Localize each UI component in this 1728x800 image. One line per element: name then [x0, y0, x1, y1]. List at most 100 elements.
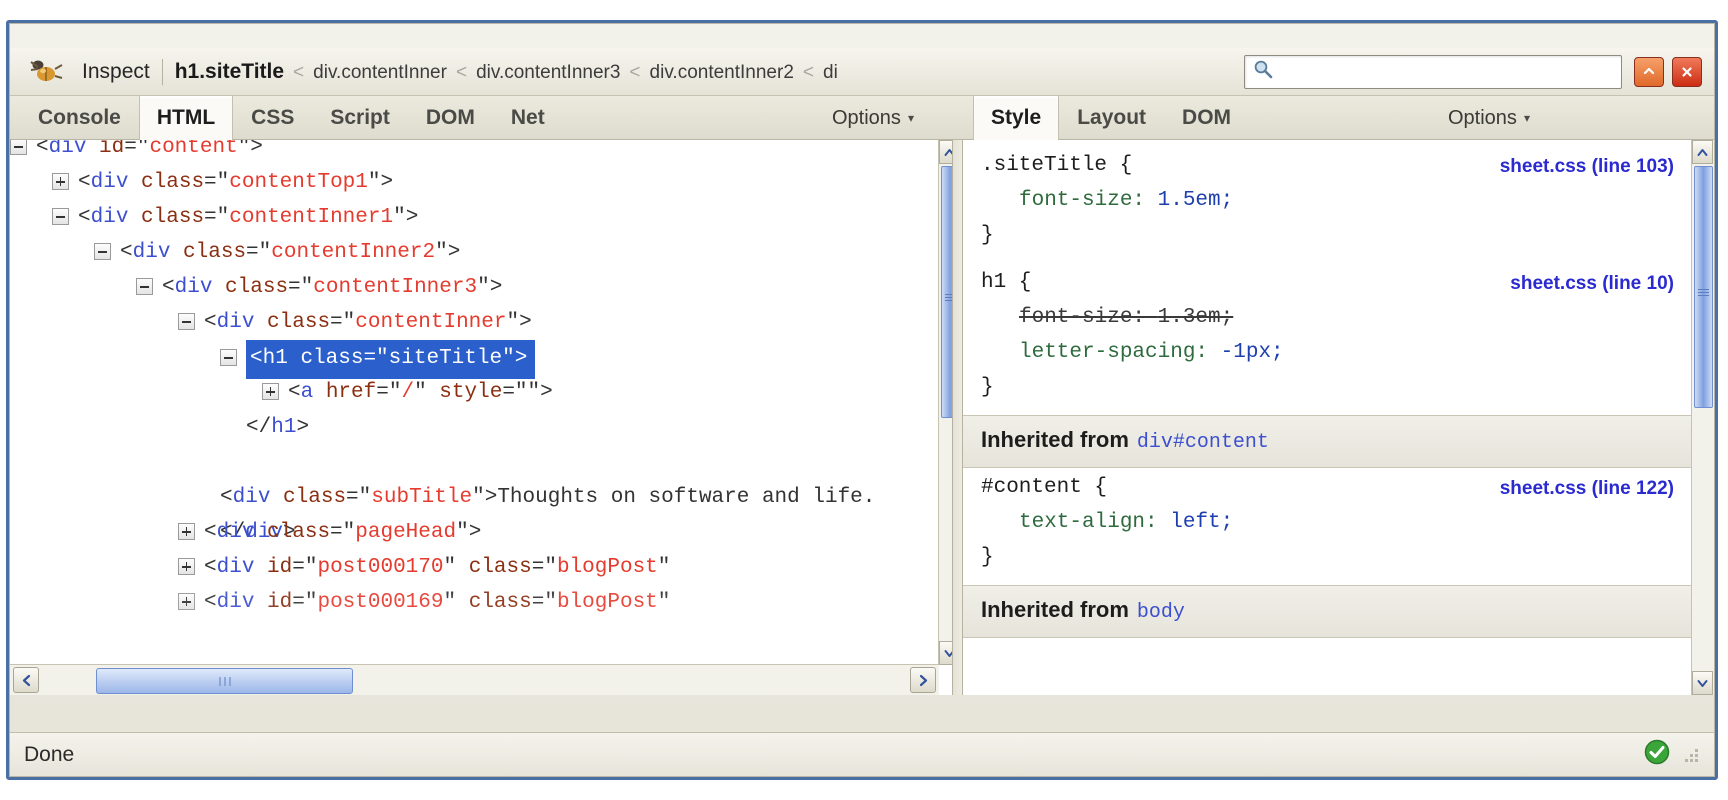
css-declaration-overridden[interactable]: font-size: 1.3em; — [981, 300, 1692, 335]
html-tree-node[interactable]: <div class="contentInner1"> — [10, 200, 939, 235]
breadcrumb-ancestor[interactable]: div.contentInner3 — [476, 62, 620, 84]
inherited-from-label: Inherited from — [981, 597, 1129, 622]
code-token-attr: class — [300, 347, 364, 370]
css-property-value[interactable]: 1.5em; — [1158, 189, 1234, 212]
expand-icon[interactable] — [178, 557, 195, 575]
minimize-button[interactable] — [1634, 56, 1664, 87]
css-declaration[interactable]: font-size: 1.5em; — [981, 183, 1692, 218]
scrollbar-thumb[interactable] — [1694, 166, 1713, 408]
search-input[interactable] — [1279, 61, 1621, 82]
hscrollbar-thumb[interactable] — [96, 668, 353, 694]
expand-icon[interactable] — [262, 382, 279, 400]
html-panel-horizontal-scrollbar[interactable] — [10, 664, 939, 695]
css-property-name[interactable]: text-align: — [1019, 511, 1170, 534]
twisty-spacer-icon — [220, 453, 237, 470]
tab-net[interactable]: Net — [493, 96, 563, 140]
breadcrumb-ancestor[interactable]: di — [823, 62, 838, 84]
code-token-punct: =" — [292, 556, 318, 579]
code-token-attr: class — [267, 311, 331, 334]
search-box[interactable] — [1244, 54, 1622, 89]
html-tree-node-label: <div id="content"> — [36, 140, 263, 165]
css-declaration[interactable]: text-align: left; — [981, 505, 1692, 540]
html-tree-node[interactable]: <div class="contentInner3"> — [10, 270, 939, 305]
code-token-punct: " — [414, 381, 440, 404]
code-token-punct — [170, 241, 183, 264]
tab-css[interactable]: CSS — [233, 96, 312, 140]
code-token-punct: " — [443, 591, 469, 614]
inherited-from-source[interactable]: body — [1137, 601, 1185, 624]
code-token-val: contentInner2 — [271, 241, 436, 264]
tab-html[interactable]: HTML — [138, 96, 234, 140]
code-token-punct: < — [36, 140, 49, 159]
close-button[interactable] — [1672, 56, 1702, 87]
css-source-link[interactable]: sheet.css (line 10) — [1510, 266, 1674, 301]
css-property-value[interactable]: -1px; — [1221, 341, 1284, 364]
expand-icon[interactable] — [52, 172, 69, 190]
html-tree-viewport[interactable]: <div id="content"> <div class="contentTop… — [10, 140, 939, 665]
scroll-down-icon[interactable] — [1692, 671, 1713, 695]
css-property-name[interactable]: font-size: — [1019, 189, 1158, 212]
html-tree-node[interactable]: <div class="subTitle">Thoughts on softwa… — [10, 445, 939, 544]
tab-style[interactable]: Style — [973, 96, 1060, 140]
css-rule-close-brace: } — [981, 376, 994, 399]
style-viewport[interactable]: sheet.css (line 103) .siteTitle {font-siz… — [963, 140, 1692, 695]
collapse-icon[interactable] — [52, 207, 69, 225]
tab-dom-style[interactable]: DOM — [1164, 96, 1249, 140]
style-panel-vertical-scrollbar[interactable] — [1691, 140, 1714, 695]
html-tree-node[interactable]: <div id="post000170" class="blogPost" — [10, 550, 939, 585]
breadcrumb-current[interactable]: h1.siteTitle — [175, 60, 284, 84]
html-tree-node[interactable]: <a href="/" style=""> — [10, 375, 939, 410]
css-rule[interactable]: sheet.css (line 10) h1 {font-size: 1.3em;… — [963, 263, 1692, 415]
breadcrumb-ancestor[interactable]: div.contentInner2 — [650, 62, 794, 84]
tab-console[interactable]: Console — [20, 96, 139, 140]
html-tree-node[interactable]: <div id="post000169" class="blogPost" — [10, 585, 939, 620]
html-tree-node-label: <div class="contentInner3"> — [162, 270, 502, 305]
scroll-left-icon[interactable] — [13, 667, 39, 693]
expand-icon[interactable] — [178, 522, 195, 540]
left-panel-options-menu[interactable]: Options ▾ — [832, 96, 914, 140]
right-panel-options-menu[interactable]: Options ▾ — [1448, 96, 1530, 140]
css-property-name[interactable]: letter-spacing: — [1019, 341, 1221, 364]
tab-script[interactable]: Script — [312, 96, 408, 140]
resize-grip-icon[interactable] — [1682, 746, 1700, 764]
html-tree-node[interactable]: <div id="content"> — [10, 140, 939, 165]
css-source-link[interactable]: sheet.css (line 122) — [1500, 471, 1674, 506]
breadcrumb-ancestor[interactable]: div.contentInner — [313, 62, 447, 84]
options-label: Options — [832, 106, 901, 129]
green-check-icon[interactable] — [1644, 739, 1670, 770]
css-declaration[interactable]: letter-spacing: -1px; — [981, 335, 1692, 370]
code-token-val: contentInner — [355, 311, 507, 334]
css-property-value[interactable]: 1.3em; — [1158, 306, 1234, 329]
html-tree-node-selected[interactable]: <h1 class="siteTitle"> — [10, 340, 939, 379]
html-tree-node[interactable]: <div class="contentInner2"> — [10, 235, 939, 270]
code-token-punct: "> — [477, 276, 503, 299]
code-token-punct: =" — [288, 276, 314, 299]
css-source-link[interactable]: sheet.css (line 103) — [1500, 149, 1674, 184]
html-tree-node[interactable]: <div class="contentTop1"> — [10, 165, 939, 200]
html-tree-node-label: <div id="post000170" class="blogPost" — [204, 550, 670, 585]
collapse-icon[interactable] — [178, 312, 195, 330]
css-property-name[interactable]: font-size: — [1019, 306, 1158, 329]
inspect-button[interactable]: Inspect — [80, 60, 160, 84]
css-property-value[interactable]: left; — [1170, 511, 1233, 534]
code-token-tag: div — [232, 486, 271, 509]
html-tree-node[interactable]: <div class="pageHead"> — [10, 515, 939, 550]
tab-dom[interactable]: DOM — [408, 96, 493, 140]
css-rule[interactable]: sheet.css (line 122) #content {text-align… — [963, 468, 1692, 585]
collapse-icon[interactable] — [94, 242, 111, 260]
collapse-icon[interactable] — [10, 140, 27, 155]
status-bar: Done — [10, 732, 1714, 776]
scroll-right-icon[interactable] — [910, 667, 936, 693]
scroll-up-icon[interactable] — [1692, 140, 1713, 164]
panel-splitter[interactable] — [952, 140, 963, 695]
html-tree-node[interactable]: </h1> — [10, 410, 939, 445]
tab-layout[interactable]: Layout — [1059, 96, 1164, 140]
expand-icon[interactable] — [178, 592, 195, 610]
css-rule[interactable]: sheet.css (line 103) .siteTitle {font-siz… — [963, 146, 1692, 263]
inherited-from-source[interactable]: div#content — [1137, 431, 1269, 454]
collapse-icon[interactable] — [136, 277, 153, 295]
collapse-icon[interactable] — [220, 348, 237, 366]
code-token-val: blogPost — [556, 556, 658, 579]
html-tree-node[interactable]: <div class="contentInner"> — [10, 305, 939, 340]
code-token-attr: class — [468, 591, 532, 614]
